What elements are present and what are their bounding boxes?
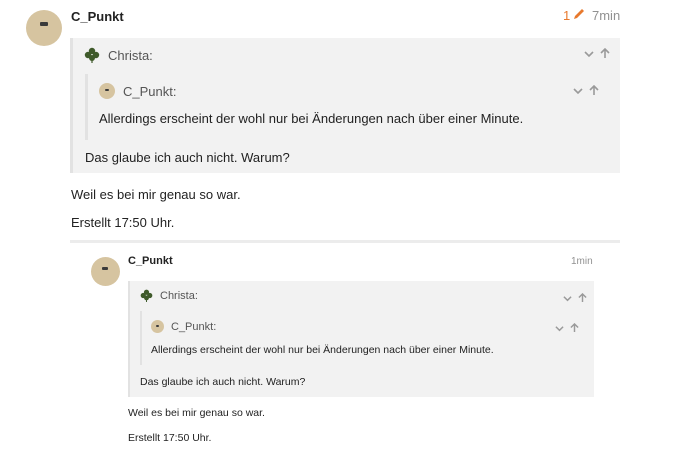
- post-avatar[interactable]: [26, 10, 62, 46]
- embedded-quote-header-nested[interactable]: C_Punkt:: [151, 320, 216, 333]
- post-body-line1: Weil es bei mir genau so war.: [71, 187, 241, 202]
- post-time[interactable]: 7min: [592, 8, 620, 23]
- nested-quote-text: Allerdings erscheint der wohl nur bei Än…: [99, 111, 524, 126]
- arrow-up-icon[interactable]: [589, 84, 599, 98]
- post-edit-indicator[interactable]: 1: [563, 7, 586, 24]
- arrow-up-icon[interactable]: [570, 321, 579, 337]
- chevron-down-icon[interactable]: [563, 291, 572, 307]
- avatar-face: [40, 22, 48, 26]
- edit-count: 1: [563, 8, 571, 23]
- quote-text: Das glaube ich auch nicht. Warum?: [85, 150, 290, 165]
- quote-header-christa[interactable]: Christa:: [84, 47, 153, 63]
- quote-bar: [70, 38, 73, 173]
- embedded-quote-text: Das glaube ich auch nicht. Warum?: [140, 376, 306, 388]
- arrow-up-icon[interactable]: [578, 291, 587, 307]
- quote-author: Christa:: [160, 289, 198, 302]
- chevron-down-icon[interactable]: [573, 86, 583, 98]
- quote-controls: [584, 47, 610, 61]
- quote-controls: [563, 291, 587, 307]
- quote-bar: [128, 281, 130, 397]
- post-body-line2: Erstellt 17:50 Uhr.: [71, 215, 175, 230]
- quote-header-nested[interactable]: C_Punkt:: [99, 83, 176, 99]
- quote-author: C_Punkt:: [171, 320, 217, 333]
- embedded-body-line2: Erstellt 17:50 Uhr.: [128, 432, 212, 444]
- pencil-icon: [572, 7, 586, 24]
- quote-bar: [140, 311, 142, 365]
- quote-controls: [555, 321, 579, 337]
- nested-avatar: [99, 83, 115, 99]
- chevron-down-icon[interactable]: [584, 49, 594, 61]
- embedded-divider: [70, 240, 620, 243]
- quote-author: C_Punkt:: [123, 83, 177, 99]
- chevron-down-icon[interactable]: [555, 321, 564, 337]
- clover-icon: [140, 289, 153, 302]
- clover-icon: [84, 47, 100, 63]
- embedded-quote-header-christa[interactable]: Christa:: [140, 289, 198, 302]
- post-username[interactable]: C_Punkt: [71, 9, 124, 24]
- arrow-up-icon[interactable]: [600, 47, 610, 61]
- embedded-nested-quote-text: Allerdings erscheint der wohl nur bei Än…: [151, 344, 494, 356]
- embedded-body-line1: Weil es bei mir genau so war.: [128, 407, 265, 419]
- embedded-time[interactable]: 1min: [571, 256, 593, 267]
- quote-bar: [85, 74, 88, 140]
- quote-author: Christa:: [108, 47, 153, 63]
- quote-controls: [573, 84, 599, 98]
- embedded-username[interactable]: C_Punkt: [128, 255, 173, 267]
- nested-avatar: [151, 320, 164, 333]
- embedded-avatar[interactable]: [91, 257, 120, 286]
